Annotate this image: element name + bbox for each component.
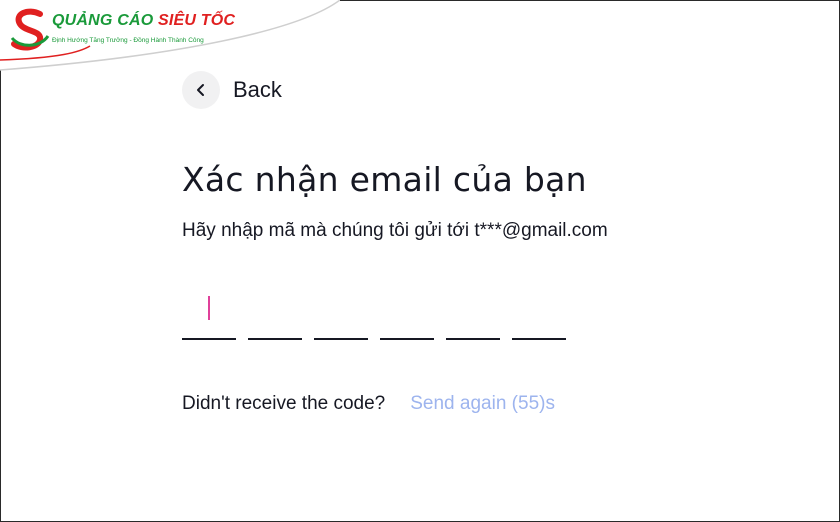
instruction-text: Hãy nhập mã mà chúng tôi gửi tới t***@gm… bbox=[182, 220, 608, 241]
code-digit-2[interactable] bbox=[248, 290, 302, 340]
send-again-link[interactable]: Send again (55)s bbox=[410, 393, 555, 415]
brand-logo: QUẢNG CÁO SIÊU TỐC Định Hướng Tăng Trưởn… bbox=[0, 0, 340, 74]
code-digit-1[interactable] bbox=[182, 290, 236, 340]
logo-title-part1: QUẢNG CÁO bbox=[52, 12, 154, 29]
code-digit-3[interactable] bbox=[314, 290, 368, 340]
logo-title-part2: SIÊU TỐC bbox=[158, 12, 236, 29]
page-frame bbox=[0, 0, 840, 522]
back-label[interactable]: Back bbox=[233, 77, 282, 103]
chevron-left-icon bbox=[197, 84, 204, 96]
logo-s-mark-icon bbox=[10, 8, 50, 51]
resend-row: Didn't receive the code? Send again (55)… bbox=[182, 393, 555, 415]
code-digit-5[interactable] bbox=[446, 290, 500, 340]
code-digit-6[interactable] bbox=[512, 290, 566, 340]
resend-question: Didn't receive the code? bbox=[182, 393, 386, 414]
logo-title: QUẢNG CÁO SIÊU TỐC bbox=[52, 12, 235, 30]
logo-tagline: Định Hướng Tăng Trưởng - Đồng Hành Thành… bbox=[52, 37, 204, 44]
back-icon-circle[interactable] bbox=[182, 71, 220, 109]
text-caret bbox=[208, 296, 210, 320]
back-button[interactable]: Back bbox=[182, 71, 282, 109]
code-digit-4[interactable] bbox=[380, 290, 434, 340]
page-title: Xác nhận email của bạn bbox=[182, 160, 587, 199]
verification-code-input[interactable] bbox=[182, 290, 566, 340]
